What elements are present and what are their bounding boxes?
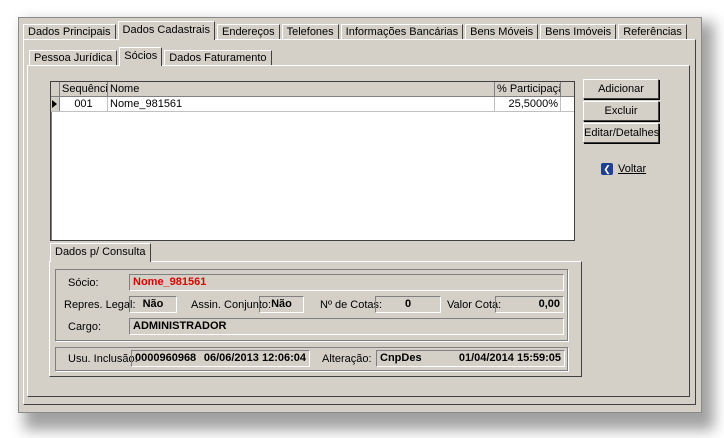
- grid-indicator-header: [51, 82, 60, 96]
- alteracao-user: CnpDes: [380, 352, 422, 364]
- usuario-inclusao-field: 0000960968 06/06/2013 12:06:04: [131, 350, 310, 367]
- subtab-socios[interactable]: Sócios: [119, 47, 163, 66]
- valor-cota-field: 0,00: [495, 296, 564, 313]
- column-header-nome[interactable]: Nome: [108, 82, 495, 96]
- tab-bens-imoveis[interactable]: Bens Imóveis: [540, 24, 617, 40]
- numero-cotas-label: Nº de Cotas:: [320, 299, 383, 311]
- consulta-panel: Sócio: Nome_981561 Repres. Legal: Não As…: [49, 261, 582, 377]
- editar-detalhes-button[interactable]: Editar/Detalhes: [583, 123, 659, 143]
- tab-enderecos[interactable]: Endereços: [216, 24, 280, 40]
- table-row[interactable]: 001 Nome_981561 25,5000%: [51, 97, 574, 112]
- usuario-inclusao-label: Usu. Inclusão:: [68, 353, 138, 365]
- tab-informacoes-bancarias[interactable]: Informações Bancárias: [340, 24, 464, 40]
- subtab-pessoa-juridica[interactable]: Pessoa Jurídica: [29, 50, 118, 66]
- excluir-button[interactable]: Excluir: [583, 101, 659, 121]
- numero-cotas-field: 0: [375, 296, 441, 313]
- cargo-label: Cargo:: [68, 321, 102, 333]
- tab-telefones[interactable]: Telefones: [281, 24, 339, 40]
- row-indicator-icon: [51, 97, 60, 111]
- usuario-inclusao-date: 06/06/2013 12:06:04: [203, 352, 306, 364]
- column-header-sequencia[interactable]: Sequência: [60, 82, 108, 96]
- back-arrow-icon: ❮: [601, 163, 613, 175]
- alteracao-date: 01/04/2014 15:59:05: [458, 352, 561, 364]
- cargo-field: ADMINISTRADOR: [129, 318, 564, 335]
- usuario-inclusao-id: 0000960968: [135, 352, 197, 364]
- tab-bens-moveis[interactable]: Bens Móveis: [465, 24, 539, 40]
- socio-label: Sócio:: [68, 277, 99, 289]
- alteracao-label: Alteração:: [322, 353, 372, 365]
- repres-legal-label: Repres. Legal:: [64, 299, 136, 311]
- tab-dados-consulta[interactable]: Dados p/ Consulta: [50, 243, 151, 262]
- alteracao-field: CnpDes 01/04/2014 15:59:05: [376, 350, 565, 367]
- voltar-button[interactable]: ❮ Voltar: [601, 163, 646, 175]
- socio-details-group: Sócio: Nome_981561 Repres. Legal: Não As…: [55, 269, 568, 341]
- repres-legal-field: Não: [129, 296, 177, 313]
- voltar-label: Voltar: [618, 163, 647, 175]
- cell-participacao: 25,5000%: [495, 97, 561, 111]
- tab-dados-cadastrais[interactable]: Dados Cadastrais: [117, 21, 215, 40]
- audit-group: Usu. Inclusão: 0000960968 06/06/2013 12:…: [55, 347, 568, 371]
- cell-sequencia: 001: [60, 97, 108, 111]
- adicionar-button[interactable]: Adicionar: [583, 79, 659, 99]
- main-tabbar: Dados Principais Dados Cadastrais Endere…: [23, 21, 689, 40]
- form-window: Dados Principais Dados Cadastrais Endere…: [18, 17, 702, 413]
- sub-tabbar: Pessoa Jurídica Sócios Dados Faturamento: [29, 46, 274, 66]
- tab-dados-principais[interactable]: Dados Principais: [23, 24, 116, 40]
- grid-header: Sequência Nome % Participação: [51, 82, 574, 97]
- socio-field: Nome_981561: [129, 274, 564, 291]
- column-header-participacao[interactable]: % Participação: [495, 82, 561, 96]
- cell-nome: Nome_981561: [108, 97, 495, 111]
- assin-conjunto-field: Não: [259, 296, 304, 313]
- valor-cota-label: Valor Cota:: [447, 299, 502, 311]
- tab-referencias[interactable]: Referências: [618, 24, 687, 40]
- socios-grid[interactable]: Sequência Nome % Participação 001 Nome_9…: [50, 81, 575, 241]
- subtab-dados-faturamento[interactable]: Dados Faturamento: [164, 50, 272, 66]
